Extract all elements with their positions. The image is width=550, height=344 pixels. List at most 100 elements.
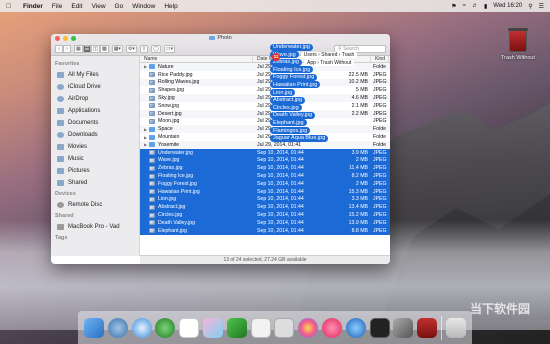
back-button[interactable]: ‹ (55, 44, 63, 53)
file-name: Sky.jpg (158, 95, 175, 102)
photos-icon[interactable] (298, 317, 319, 338)
flag-icon[interactable]: ⚑ (451, 3, 456, 10)
sync-icon[interactable] (155, 317, 176, 338)
file-name: Rice Paddy.jpg (158, 71, 193, 78)
sidebar-item-applications[interactable]: Applications (51, 105, 139, 117)
airdrop-icon (57, 96, 64, 102)
forward-button[interactable]: › (63, 44, 71, 53)
sidebar-item-label: Applications (68, 108, 101, 114)
table-row[interactable]: Elephant.jpg Sep 10, 2014, 01:44 8.8 MB JPE… (140, 226, 390, 235)
trash-icon[interactable] (445, 317, 466, 338)
sidebar-item-all-my-files[interactable]: All My Files (51, 69, 139, 81)
menu-clock[interactable]: Wed 16:20 (493, 3, 522, 9)
dock (78, 311, 472, 344)
battery-icon[interactable]: ▮ (484, 3, 487, 10)
column-view-button[interactable]: ◫ (91, 44, 100, 53)
menu-go[interactable]: Go (115, 3, 124, 10)
table-row[interactable]: Death Valley.jpg Sep 10, 2014, 01:44 13.9 … (140, 218, 390, 227)
itunes-icon[interactable] (322, 317, 343, 338)
sidebar-item-remote-disc[interactable]: Remote Disc (51, 199, 139, 211)
table-row[interactable]: Zebras.jpg Sep 10, 2014, 01:44 11.4 MB JPEG (140, 164, 390, 173)
photos-app-icon[interactable] (202, 317, 223, 338)
table-row[interactable]: Abstract.jpg Sep 10, 2014, 01:44 13.4 MB JP… (140, 203, 390, 212)
table-row[interactable]: Wave.jpg Sep 10, 2014, 01:44 2 MB JPEG (140, 156, 390, 165)
file-size: 3.9 MB (351, 149, 368, 156)
table-row[interactable]: Lion.jpg Sep 10, 2014, 01:44 3.3 MB JPEG (140, 195, 390, 204)
file-size: 8.2 MB (351, 173, 368, 180)
sidebar-item-music[interactable]: Music (51, 153, 139, 165)
column-header-name[interactable]: Name (140, 56, 253, 62)
sidebar-item-shared-folder[interactable]: Shared (51, 177, 139, 189)
menu-window[interactable]: Window (132, 3, 155, 10)
icon-view-button[interactable]: ▦ (74, 44, 83, 53)
desktop-app-icon[interactable]: Trash Without (498, 28, 538, 61)
image-file-icon (149, 72, 155, 78)
disclosure-triangle-icon[interactable]: ▶ (144, 142, 148, 147)
sidebar-item-documents[interactable]: Documents (51, 117, 139, 129)
disc-icon (57, 202, 64, 208)
fullscreen-button[interactable] (71, 36, 76, 41)
wifi-icon[interactable]: ≈ (463, 3, 466, 9)
safari-icon[interactable] (131, 317, 152, 338)
sidebar-item-movies[interactable]: Movies (51, 141, 139, 153)
volume-icon[interactable]: ♬ (472, 3, 478, 9)
trash-without-icon[interactable] (417, 317, 438, 338)
minimize-button[interactable] (63, 36, 68, 41)
menu-edit[interactable]: Edit (71, 3, 82, 10)
terminal-icon[interactable] (369, 317, 390, 338)
table-row[interactable]: Underwater.jpg Sep 10, 2014, 01:44 3.9 MB J… (140, 148, 390, 157)
sidebar-item-icloud-drive[interactable]: iCloud Drive (51, 81, 139, 93)
drag-count-badge: 11 (272, 53, 280, 61)
path-button[interactable]: ▭▾ (163, 44, 175, 53)
system-preferences-icon[interactable] (393, 317, 414, 338)
appstore-icon[interactable] (345, 317, 366, 338)
disclosure-triangle-icon[interactable]: ▶ (144, 135, 148, 140)
window-titlebar[interactable]: Photo (51, 34, 390, 42)
sidebar-item-downloads[interactable]: Downloads (51, 129, 139, 141)
coverflow-view-button[interactable]: ▩ (99, 44, 109, 53)
sidebar-heading-favorites: Favorites (55, 61, 80, 67)
preview-icon[interactable] (274, 317, 295, 338)
file-date: Sep 10, 2014, 01:44 (257, 227, 304, 234)
menu-app-name[interactable]: Finder (23, 3, 43, 10)
menu-help[interactable]: Help (164, 3, 177, 10)
disclosure-triangle-icon[interactable]: ▶ (144, 64, 148, 69)
action-gear-icon[interactable]: ⚙▾ (125, 44, 137, 53)
launchpad-icon[interactable] (107, 317, 128, 338)
textedit-icon[interactable] (250, 317, 271, 338)
folder-icon (149, 64, 155, 70)
sidebar-item-label: All My Files (68, 72, 99, 78)
arrange-button[interactable]: ▦▾ (111, 44, 123, 53)
sidebar-item-pictures[interactable]: Pictures (51, 165, 139, 177)
close-button[interactable] (55, 36, 60, 41)
menu-view[interactable]: View (92, 3, 106, 10)
file-name: Zebras.jpg (158, 165, 183, 172)
share-icon[interactable]: ⇪ (139, 44, 149, 53)
finder-icon[interactable] (83, 317, 104, 338)
disclosure-triangle-icon[interactable]: ▶ (144, 127, 148, 132)
sidebar-item-label: Documents (68, 120, 99, 126)
sidebar-item-macbook[interactable]: MacBook Pro - Vad (51, 221, 139, 233)
file-name-cell: Lion.jpg (140, 196, 253, 202)
menu-file[interactable]: File (52, 3, 62, 10)
table-row[interactable]: Circles.jpg Sep 10, 2014, 01:44 15.2 MB JPE… (140, 211, 390, 219)
apple-menu-icon[interactable]:  (6, 3, 14, 10)
applications-icon (57, 108, 64, 114)
table-row[interactable]: Foggy Forest.jpg Sep 10, 2014, 01:44 2 MB J… (140, 179, 390, 188)
list-view-button[interactable]: ☰ (82, 44, 92, 53)
file-size: 13.9 MB (348, 219, 368, 226)
spotlight-icon[interactable]: ⚲ (528, 3, 532, 10)
notification-center-icon[interactable]: ☰ (539, 3, 544, 10)
drag-line: Jaguar Aqua Blue.jpg (270, 134, 390, 143)
sidebar-item-airdrop[interactable]: AirDrop (51, 93, 139, 105)
table-row[interactable]: Floating Ice.jpg Sep 10, 2014, 01:44 8.2 M… (140, 172, 390, 180)
calendar-icon[interactable] (179, 317, 200, 338)
table-row[interactable]: Hawaiian Print.jpg Sep 10, 2014, 01:44 15.… (140, 187, 390, 196)
vpn-icon[interactable] (226, 317, 247, 338)
file-size: 8.8 MB (351, 227, 368, 234)
image-file-icon (149, 228, 155, 234)
tags-icon[interactable]: ◯ (151, 44, 161, 53)
file-name: Elephant.jpg (158, 227, 187, 234)
file-kind: JPEG (373, 173, 387, 180)
file-name: Death Valley.jpg (158, 219, 196, 226)
